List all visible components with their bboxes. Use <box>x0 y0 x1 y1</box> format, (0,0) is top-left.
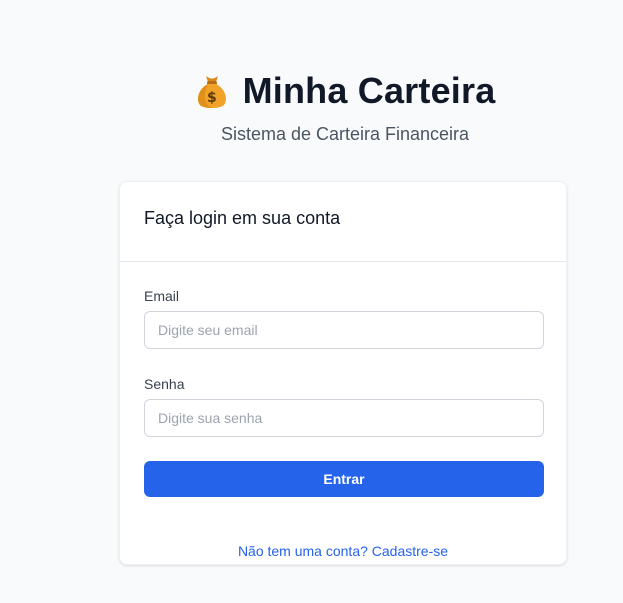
email-field-group: Email <box>144 288 544 349</box>
login-heading: Faça login em sua conta <box>144 208 341 228</box>
password-field[interactable] <box>144 399 544 437</box>
password-label: Senha <box>144 376 185 392</box>
signup-link[interactable]: Não tem uma conta? Cadastre-se <box>144 543 542 559</box>
login-page: $ Minha Carteira Sistema de Carteira Fin… <box>0 0 623 603</box>
email-label: Email <box>144 288 180 304</box>
login-card-header: Faça login em sua conta <box>120 182 566 262</box>
login-button[interactable]: Entrar <box>144 461 544 497</box>
app-subtitle: Sistema de Carteira Financeira <box>220 124 470 144</box>
app-title: Minha Carteira <box>242 70 496 111</box>
money-bag-icon: $ <box>195 72 229 110</box>
app-title-row: $ Minha Carteira <box>195 70 496 112</box>
login-form: Email Senha Entrar Não tem uma conta? Ca… <box>120 262 566 559</box>
svg-text:$: $ <box>207 90 217 106</box>
brand-header: $ Minha Carteira Sistema de Carteira Fin… <box>0 70 623 145</box>
email-field[interactable] <box>144 311 544 349</box>
password-field-group: Senha <box>144 376 544 437</box>
login-card: Faça login em sua conta Email Senha Entr… <box>119 181 567 565</box>
